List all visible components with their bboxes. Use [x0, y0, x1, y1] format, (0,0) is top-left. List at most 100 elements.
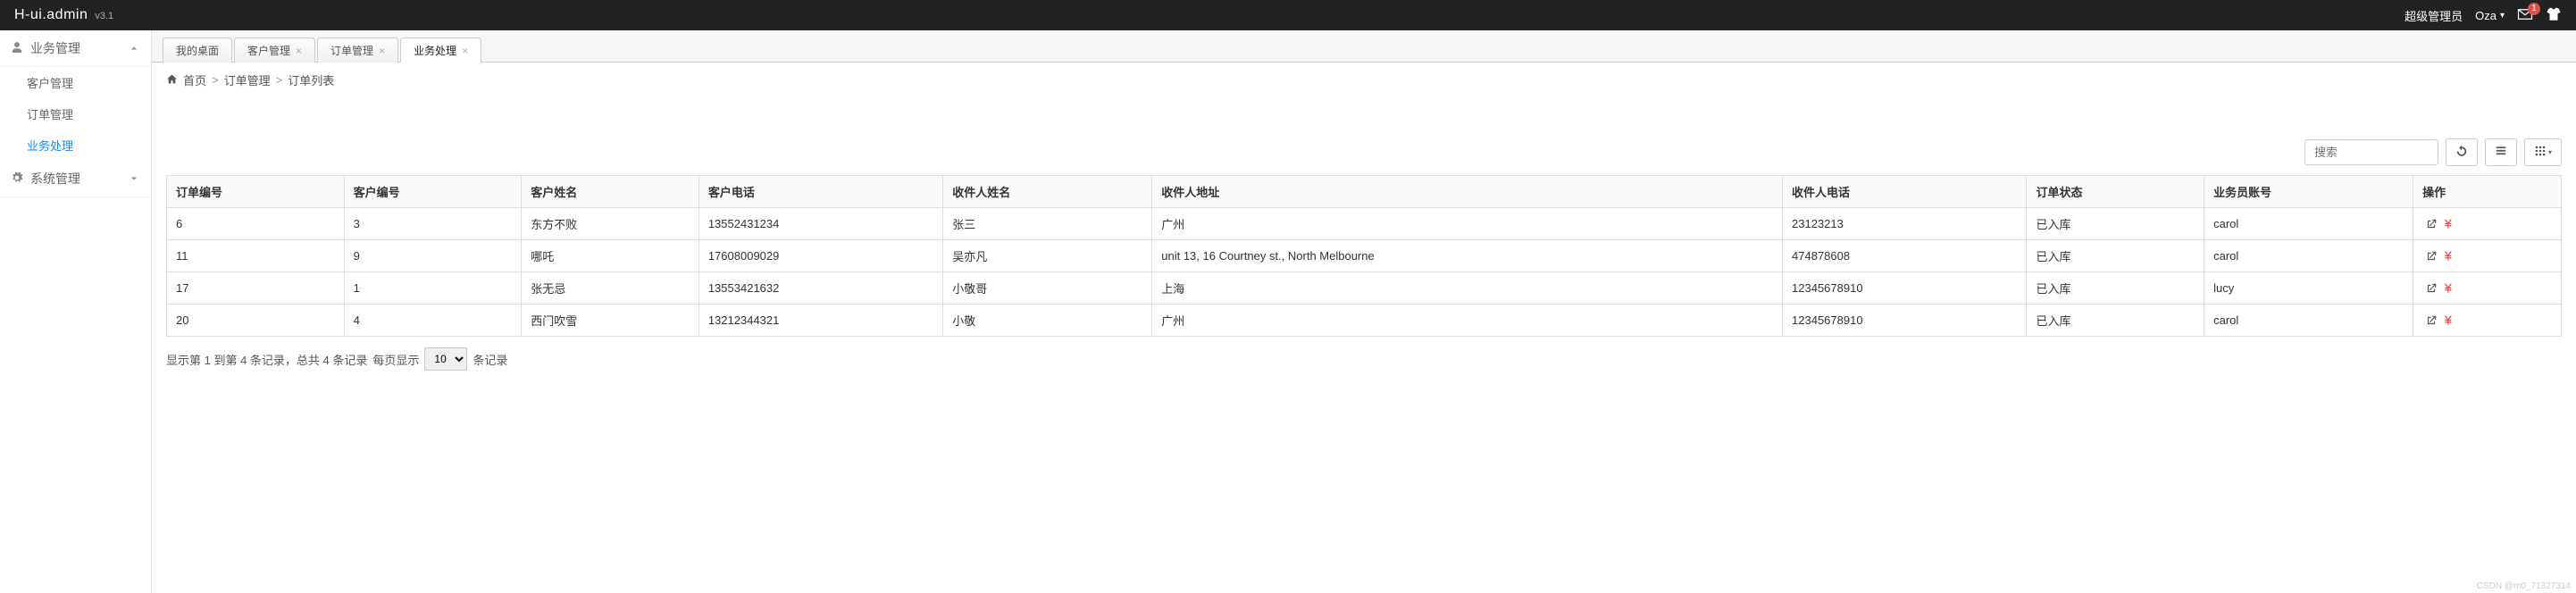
view-mode-button[interactable]: ▾: [2524, 138, 2562, 166]
close-icon[interactable]: ×: [462, 45, 468, 57]
col-customer-name[interactable]: 客户姓名: [522, 176, 699, 208]
tab-process[interactable]: 业务处理 ×: [400, 38, 481, 63]
table-header-row: 订单编号 客户编号 客户姓名 客户电话 收件人姓名 收件人地址 收件人电话 订单…: [167, 176, 2562, 208]
table-cell: 西门吹雪: [522, 305, 699, 337]
mail-button[interactable]: 1: [2517, 8, 2533, 23]
sidebar: 业务管理 客户管理 订单管理 业务处理 系统管理: [0, 30, 152, 593]
table-cell: 3: [344, 208, 522, 240]
table-cell: 东方不败: [522, 208, 699, 240]
per-page-pre: 每页显示: [372, 351, 419, 368]
table-cell: 哪吒: [522, 240, 699, 272]
dispatch-button[interactable]: [2425, 313, 2438, 328]
tab-bar: 我的桌面 客户管理 × 订单管理 × 业务处理 ×: [152, 30, 2576, 63]
table-cell: 上海: [1152, 272, 1783, 305]
dispatch-button[interactable]: [2425, 217, 2438, 231]
sidebar-item-order[interactable]: 订单管理: [0, 98, 151, 129]
watermark: CSDN @m0_71327314: [2477, 581, 2571, 591]
col-recipient-addr[interactable]: 收件人地址: [1152, 176, 1783, 208]
sidebar-group-sys[interactable]: 系统管理: [0, 161, 151, 197]
breadcrumb-home[interactable]: 首页: [183, 71, 206, 88]
table-cell: 1: [344, 272, 522, 305]
price-button[interactable]: [2443, 281, 2455, 296]
table-cell: 9: [344, 240, 522, 272]
table-cell: carol: [2204, 208, 2413, 240]
user-role: 超级管理员: [2405, 7, 2463, 24]
table-cell: unit 13, 16 Courtney st., North Melbourn…: [1152, 240, 1783, 272]
ops-cell: [2413, 305, 2562, 337]
tab-desktop[interactable]: 我的桌面: [163, 38, 232, 63]
col-customer-phone[interactable]: 客户电话: [698, 176, 942, 208]
table-cell: 张无忌: [522, 272, 699, 305]
table-cell: 6: [167, 208, 345, 240]
col-staff[interactable]: 业务员账号: [2204, 176, 2413, 208]
table-cell: 12345678910: [1783, 305, 2027, 337]
breadcrumb-mid[interactable]: 订单管理: [224, 71, 271, 88]
sidebar-group-biz[interactable]: 业务管理: [0, 30, 151, 67]
sidebar-group-label: 系统管理: [30, 170, 80, 188]
tab-order[interactable]: 订单管理 ×: [317, 38, 398, 63]
price-button[interactable]: [2443, 249, 2455, 263]
dispatch-button[interactable]: [2425, 281, 2438, 296]
table-cell: 11: [167, 240, 345, 272]
table-cell: carol: [2204, 305, 2413, 337]
sidebar-subgroup-biz: 客户管理 订单管理 业务处理: [0, 67, 151, 161]
grid-icon: [2534, 145, 2547, 160]
ops-cell: [2413, 272, 2562, 305]
table-cell: carol: [2204, 240, 2413, 272]
table-cell: 17: [167, 272, 345, 305]
dispatch-button[interactable]: [2425, 249, 2438, 263]
mail-badge: 1: [2528, 3, 2540, 15]
col-order-id[interactable]: 订单编号: [167, 176, 345, 208]
close-icon[interactable]: ×: [296, 45, 302, 57]
table-cell: 12345678910: [1783, 272, 2027, 305]
refresh-button[interactable]: [2446, 138, 2478, 166]
col-customer-id[interactable]: 客户编号: [344, 176, 522, 208]
table-row: 119哪吒17608009029吴亦凡unit 13, 16 Courtney …: [167, 240, 2562, 272]
chevron-down-icon: ▾: [2500, 11, 2505, 21]
page-size-select[interactable]: 10: [424, 347, 467, 371]
sidebar-group-label: 业务管理: [30, 39, 80, 57]
header-right: 超级管理员 Oza ▾ 1: [2405, 7, 2562, 24]
table-row: 171张无忌13553421632小敬哥上海12345678910已入库lucy: [167, 272, 2562, 305]
table-cell: 张三: [943, 208, 1152, 240]
price-button[interactable]: [2443, 217, 2455, 231]
close-icon[interactable]: ×: [379, 45, 385, 57]
caret-down-icon: ▾: [2548, 148, 2552, 156]
table-cell: 474878608: [1783, 240, 2027, 272]
main-content: 我的桌面 客户管理 × 订单管理 × 业务处理 × 首页 > 订单管理 > 订单…: [152, 30, 2576, 593]
columns-button[interactable]: [2485, 138, 2517, 166]
col-recipient-phone[interactable]: 收件人电话: [1783, 176, 2027, 208]
search-input[interactable]: [2304, 139, 2438, 165]
breadcrumb-leaf: 订单列表: [288, 71, 334, 88]
table-cell: 13212344321: [698, 305, 942, 337]
theme-button[interactable]: [2546, 7, 2562, 24]
sidebar-item-process[interactable]: 业务处理: [0, 129, 151, 161]
breadcrumb-sep: >: [212, 73, 219, 87]
table-cell: 吴亦凡: [943, 240, 1152, 272]
tab-label: 我的桌面: [176, 43, 219, 58]
col-order-status[interactable]: 订单状态: [2027, 176, 2204, 208]
list-icon: [2495, 145, 2507, 160]
user-icon: [11, 41, 23, 56]
col-recipient-name[interactable]: 收件人姓名: [943, 176, 1152, 208]
brand-block: H-ui.admin v3.1: [14, 7, 113, 23]
brand-title: H-ui.admin: [14, 7, 88, 23]
tab-customer[interactable]: 客户管理 ×: [234, 38, 315, 63]
user-menu[interactable]: Oza ▾: [2475, 9, 2505, 22]
price-button[interactable]: [2443, 313, 2455, 328]
per-page-post: 条记录: [473, 351, 507, 368]
order-table: 订单编号 客户编号 客户姓名 客户电话 收件人姓名 收件人地址 收件人电话 订单…: [166, 175, 2562, 337]
tab-label: 业务处理: [414, 43, 456, 58]
table-row: 63东方不败13552431234张三广州23123213已入库carol: [167, 208, 2562, 240]
table-cell: 已入库: [2027, 305, 2204, 337]
table-cell: 小敬哥: [943, 272, 1152, 305]
username: Oza: [2475, 9, 2497, 22]
tab-label: 订单管理: [330, 43, 373, 58]
table-cell: 20: [167, 305, 345, 337]
table-cell: 23123213: [1783, 208, 2027, 240]
chevron-down-icon: [130, 171, 138, 186]
table-cell: 4: [344, 305, 522, 337]
refresh-icon: [2455, 145, 2468, 160]
sidebar-item-customer[interactable]: 客户管理: [0, 67, 151, 98]
table-cell: 13553421632: [698, 272, 942, 305]
